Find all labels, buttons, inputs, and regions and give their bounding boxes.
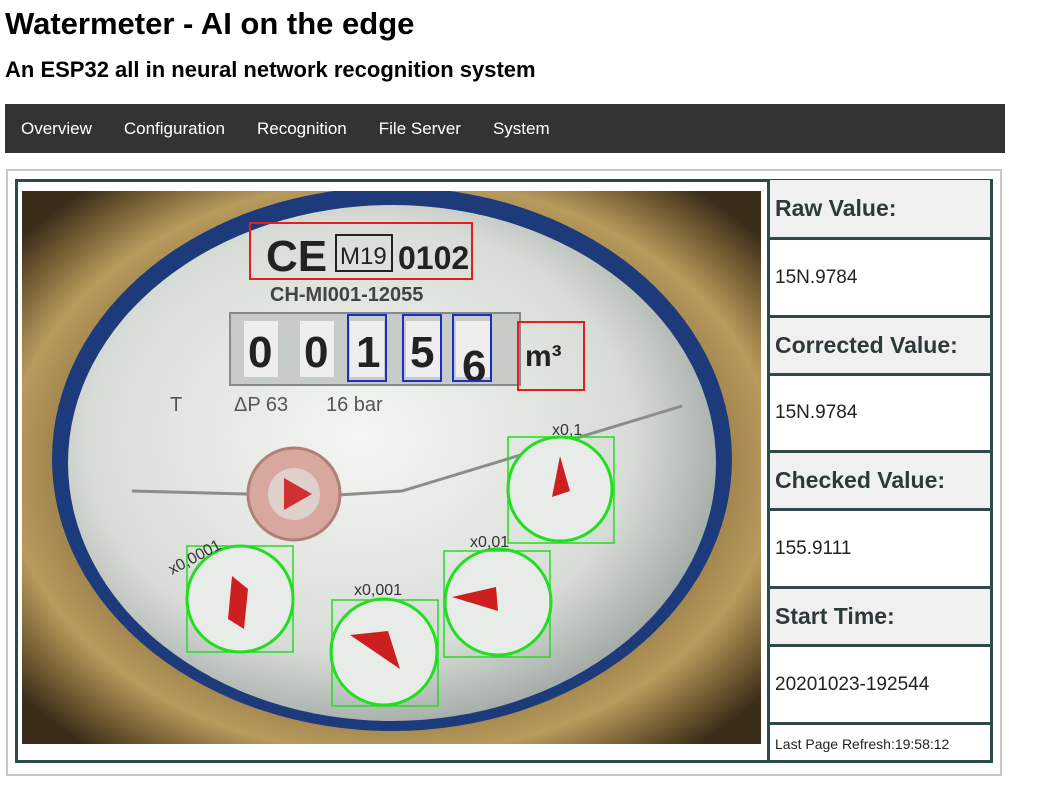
digit-3: 5 — [410, 328, 434, 377]
checked-value-label: Checked Value: — [770, 453, 990, 508]
last-refresh: Last Page Refresh:19:58:12 — [775, 735, 950, 752]
nav-item-recognition[interactable]: Recognition — [241, 119, 363, 139]
spec-bar: 16 bar — [326, 394, 383, 416]
spec-dp: ΔP 63 — [234, 394, 288, 416]
cert-label: M19 — [340, 243, 387, 270]
raw-value-label: Raw Value: — [770, 180, 990, 237]
digit-1: 0 — [304, 328, 328, 377]
corrected-value: 15N.9784 — [770, 376, 990, 450]
nav-item-file-server[interactable]: File Server — [363, 119, 477, 139]
cert-number: 0102 — [398, 240, 469, 276]
nav-item-configuration[interactable]: Configuration — [108, 119, 241, 139]
dial-0-1-label: x0,1 — [552, 422, 582, 439]
dial-0-01-label: x0,01 — [470, 534, 509, 551]
digit-0: 0 — [248, 328, 272, 377]
checked-value: 155.9111 — [770, 511, 990, 586]
page-title: Watermeter - AI on the edge — [5, 6, 415, 41]
dial-0-001-label: x0,001 — [354, 582, 402, 599]
dial-0-01-ring — [443, 547, 553, 657]
start-time-value: 20201023-192544 — [770, 647, 990, 722]
unit-label: m³ — [525, 340, 562, 373]
nav-item-overview[interactable]: Overview — [5, 119, 108, 139]
nav-item-system[interactable]: System — [477, 119, 566, 139]
model-number: CH-MI001-12055 — [270, 284, 423, 306]
digit-2: 1 — [356, 328, 380, 377]
spec-t: T — [170, 394, 182, 416]
main-nav: Overview Configuration Recognition File … — [5, 104, 1005, 153]
ce-mark: CE — [266, 232, 327, 281]
start-time-label: Start Time: — [770, 589, 990, 644]
raw-value: 15N.9784 — [770, 240, 990, 315]
corrected-value-label: Corrected Value: — [770, 318, 990, 373]
digit-4: 6 — [462, 342, 486, 391]
page-subtitle: An ESP32 all in neural network recogniti… — [5, 57, 536, 82]
meter-image: CE M19 0102 CH-MI001-12055 0 0 1 5 6 m³ … — [22, 191, 761, 744]
